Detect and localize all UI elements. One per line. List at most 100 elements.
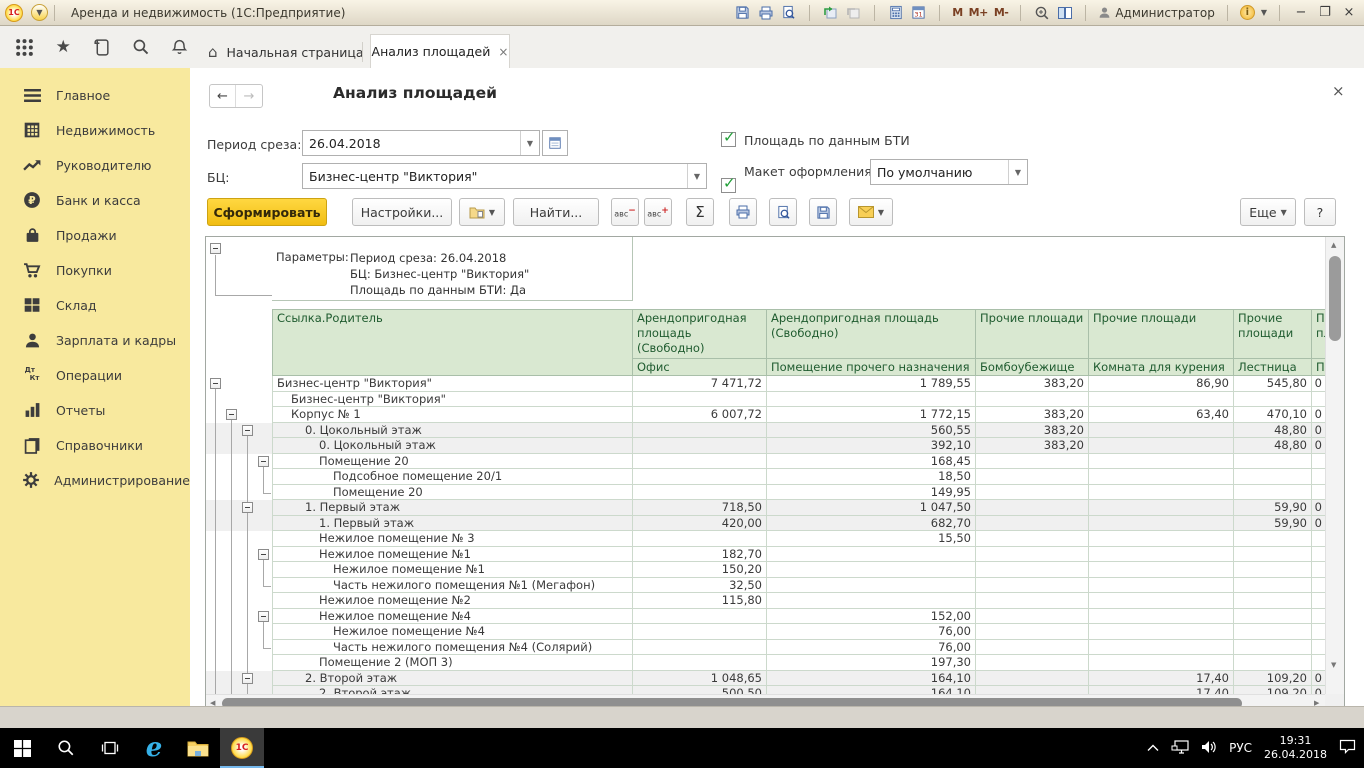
save-result-button[interactable]	[809, 198, 837, 226]
layout-dropdown-icon[interactable]: ▼	[1008, 160, 1027, 184]
tree-collapse-button[interactable]	[210, 243, 221, 254]
tray-chevron-icon[interactable]	[1147, 741, 1159, 755]
tree-collapse-button[interactable]	[258, 549, 269, 560]
row-value[interactable]: 682,70	[767, 516, 976, 532]
apps-grid-icon[interactable]	[14, 36, 35, 58]
period-input[interactable]: 26.04.2018 ▼	[302, 130, 540, 156]
collapse-groups-button[interactable]: авс−	[611, 198, 639, 226]
row-value[interactable]: 545,80	[1234, 376, 1312, 392]
row-value[interactable]	[633, 454, 767, 470]
info-caret-icon[interactable]: ▼	[1261, 8, 1267, 17]
sidebar-item-7[interactable]: Зарплата и кадры	[0, 323, 190, 357]
row-value[interactable]	[1089, 593, 1234, 609]
row-value[interactable]: 17,40	[1089, 671, 1234, 687]
row-label[interactable]: Помещение 20	[272, 485, 633, 501]
language-indicator[interactable]: РУС	[1229, 741, 1252, 755]
row-value[interactable]	[976, 593, 1089, 609]
tab-close-icon[interactable]: ×	[498, 45, 508, 59]
row-value[interactable]	[633, 640, 767, 656]
volume-icon[interactable]	[1201, 740, 1217, 757]
row-value[interactable]	[1234, 655, 1312, 671]
row-value[interactable]: 115,80	[633, 593, 767, 609]
row-value[interactable]	[1089, 438, 1234, 454]
row-value[interactable]	[1234, 640, 1312, 656]
send-email-button[interactable]: ▼	[849, 198, 893, 226]
memory-m-minus-button[interactable]: M-	[994, 6, 1009, 19]
print-icon[interactable]	[757, 4, 774, 21]
row-value[interactable]: 7 471,72	[633, 376, 767, 392]
row-value[interactable]: 560,55	[767, 423, 976, 439]
column-sub-header[interactable]: Офис	[633, 359, 767, 376]
row-value[interactable]: 392,10	[767, 438, 976, 454]
save-icon[interactable]	[734, 4, 751, 21]
row-value[interactable]: 48,80	[1234, 438, 1312, 454]
row-label[interactable]: Нежилое помещение №1	[272, 547, 633, 563]
row-value[interactable]	[1234, 609, 1312, 625]
row-label[interactable]: 1. Первый этаж	[272, 500, 633, 516]
taskbar-search-button[interactable]	[44, 728, 88, 768]
settings-button[interactable]: Настройки...	[352, 198, 452, 226]
row-value[interactable]	[1089, 640, 1234, 656]
layout-checkbox-label[interactable]: Макет оформления:	[744, 164, 876, 179]
table-row[interactable]: Помещение 2 (МОП 3)197,30	[206, 655, 1327, 671]
table-row[interactable]: Нежилое помещение №4152,00	[206, 609, 1327, 625]
row-label[interactable]: Бизнес-центр "Виктория"	[272, 376, 633, 392]
row-value[interactable]	[633, 655, 767, 671]
column-sub-header[interactable]: Комната для курения	[1089, 359, 1234, 376]
table-row[interactable]: Корпус № 16 007,721 772,15383,2063,40470…	[206, 407, 1327, 423]
sidebar-item-5[interactable]: Покупки	[0, 253, 190, 287]
tree-collapse-button[interactable]	[258, 456, 269, 467]
row-value[interactable]: 59,90	[1234, 516, 1312, 532]
table-row[interactable]: Нежилое помещение №2115,80	[206, 593, 1327, 609]
tree-collapse-button[interactable]	[258, 611, 269, 622]
system-menu-button[interactable]: ▼	[31, 4, 48, 21]
network-icon[interactable]	[1171, 740, 1189, 757]
row-value[interactable]	[767, 593, 976, 609]
tab-area-analysis[interactable]: Анализ площадей ×	[370, 34, 510, 68]
table-row[interactable]: Нежилое помещение № 315,50	[206, 531, 1327, 547]
window-minimize-button[interactable]: −	[1292, 5, 1310, 20]
row-label[interactable]: Часть нежилого помещения №4 (Солярий)	[272, 640, 633, 656]
vertical-scroll-thumb[interactable]	[1329, 256, 1341, 341]
sidebar-item-8[interactable]: ДтКтОперации	[0, 358, 190, 392]
row-value[interactable]	[1234, 392, 1312, 408]
row-value[interactable]: 164,10	[767, 671, 976, 687]
row-value[interactable]: 86,90	[1089, 376, 1234, 392]
row-value[interactable]: 383,20	[976, 407, 1089, 423]
table-row[interactable]: 1. Первый этаж718,501 047,5059,900	[206, 500, 1327, 516]
taskbar-1c-button[interactable]: 1С	[220, 728, 264, 768]
table-row[interactable]: 1. Первый этаж420,00682,7059,900	[206, 516, 1327, 532]
table-row[interactable]: Нежилое помещение №476,00	[206, 624, 1327, 640]
row-value[interactable]: 1 772,15	[767, 407, 976, 423]
tab-home[interactable]: ⌂ Начальная страница	[196, 36, 376, 68]
find-button[interactable]: Найти...	[513, 198, 599, 226]
zoom-icon[interactable]	[1033, 4, 1050, 21]
print-preview-icon[interactable]	[780, 4, 797, 21]
row-value[interactable]: 76,00	[767, 640, 976, 656]
start-button[interactable]	[0, 728, 44, 768]
sidebar-item-1[interactable]: Недвижимость	[0, 113, 190, 147]
clock[interactable]: 19:31 26.04.2018	[1264, 734, 1327, 762]
notifications-bell-icon[interactable]	[169, 36, 190, 58]
calculator-icon[interactable]	[887, 4, 904, 21]
table-row[interactable]: Бизнес-центр "Виктория"7 471,721 789,553…	[206, 376, 1327, 392]
row-value[interactable]	[976, 500, 1089, 516]
row-value[interactable]	[1234, 547, 1312, 563]
row-value[interactable]	[976, 531, 1089, 547]
row-value[interactable]	[633, 438, 767, 454]
row-value[interactable]	[767, 547, 976, 563]
row-value[interactable]	[633, 624, 767, 640]
row-value[interactable]: 1 789,55	[767, 376, 976, 392]
row-value[interactable]: 149,95	[767, 485, 976, 501]
row-value[interactable]	[976, 392, 1089, 408]
row-value[interactable]	[767, 578, 976, 594]
info-icon[interactable]: i	[1240, 5, 1255, 20]
row-value[interactable]: 59,90	[1234, 500, 1312, 516]
split-window-icon[interactable]	[1056, 4, 1073, 21]
row-value[interactable]	[633, 485, 767, 501]
row-value[interactable]	[1089, 485, 1234, 501]
preview-button[interactable]	[769, 198, 797, 226]
row-value[interactable]	[633, 469, 767, 485]
row-value[interactable]: 718,50	[633, 500, 767, 516]
table-row[interactable]: 0. Цокольный этаж560,55383,2048,800	[206, 423, 1327, 439]
